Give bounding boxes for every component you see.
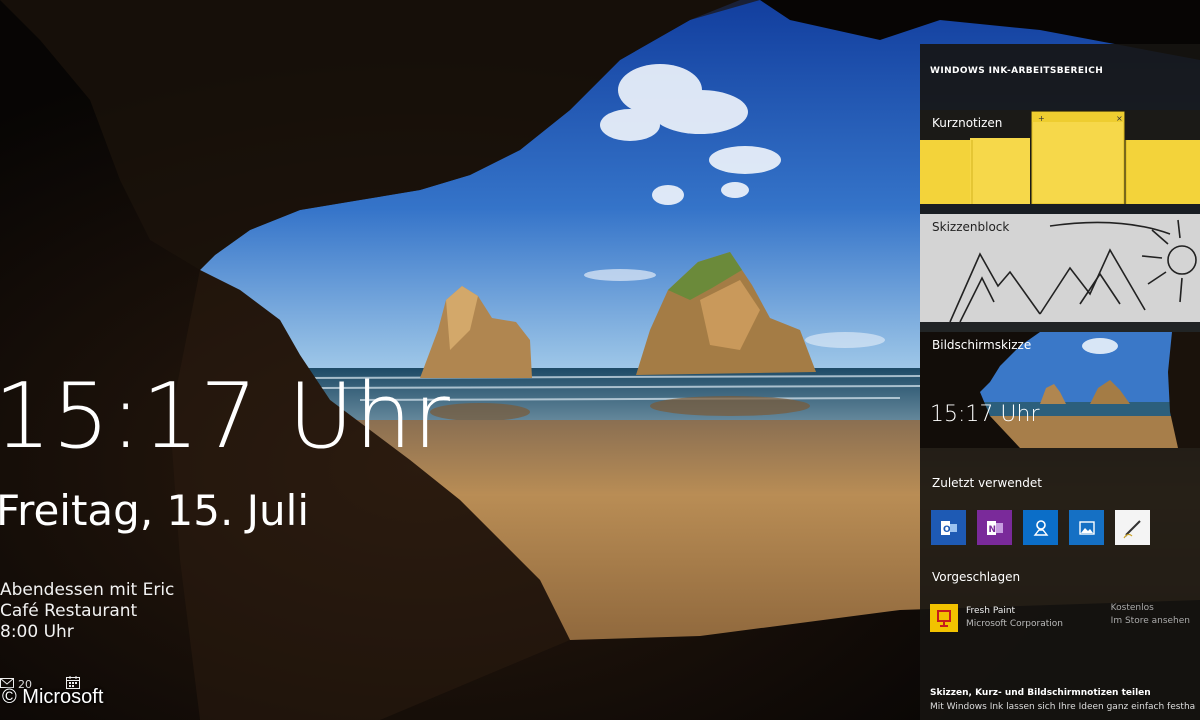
recent-apps-row: O N xyxy=(931,510,1150,545)
suggested-app-store-link[interactable]: Im Store ansehen xyxy=(1111,615,1190,628)
ink-workspace-panel: WINDOWS INK-ARBEITSBEREICH Kurznotizen +… xyxy=(920,44,1200,720)
sketch-app-icon[interactable] xyxy=(1115,510,1150,545)
suggested-app-publisher: Microsoft Corporation xyxy=(966,619,1063,629)
ink-workspace-title: WINDOWS INK-ARBEITSBEREICH xyxy=(930,66,1104,76)
lock-screen-clock: 15:17 Uhr xyxy=(0,364,451,469)
screen-sketch-tile[interactable]: Bildschirmskizze 15:17 Uhr xyxy=(920,332,1200,448)
suggested-heading: Vorgeschlagen xyxy=(932,570,1021,584)
appointment-location: Café Restaurant xyxy=(0,601,138,621)
suggested-app-price: Kostenlos xyxy=(1110,603,1154,613)
svg-text:O: O xyxy=(943,525,951,535)
suggested-app-name: Fresh Paint xyxy=(966,606,1016,616)
screen-sketch-clock: 15:17 Uhr xyxy=(930,402,1040,427)
appointment-title: Abendessen mit Eric xyxy=(0,580,175,600)
ink-tip-title: Skizzen, Kurz- und Bildschirmnotizen tei… xyxy=(930,688,1151,698)
appointment-time: 8:00 Uhr xyxy=(0,622,74,642)
calendar-appointment: Abendessen mit Eric Café Restaurant 8:00… xyxy=(0,580,174,643)
sketchpad-tile[interactable]: Skizzenblock xyxy=(920,214,1200,322)
maps-app-icon[interactable] xyxy=(1023,510,1058,545)
outlook-app-icon[interactable]: O xyxy=(931,510,966,545)
svg-text:+: + xyxy=(1038,114,1045,123)
screen-sketch-label: Bildschirmskizze xyxy=(932,338,1032,352)
onenote-app-icon[interactable]: N xyxy=(977,510,1012,545)
svg-text:×: × xyxy=(1116,114,1123,123)
sticky-notes-tile[interactable]: Kurznotizen + × xyxy=(920,110,1200,204)
suggested-app-item[interactable]: Fresh Paint Microsoft Corporation Kosten… xyxy=(930,600,1190,636)
recent-heading: Zuletzt verwendet xyxy=(932,476,1042,490)
sketchpad-label: Skizzenblock xyxy=(932,220,1010,234)
lock-screen-date: Freitag, 15. Juli xyxy=(0,486,310,535)
ink-tip[interactable]: Skizzen, Kurz- und Bildschirmnotizen tei… xyxy=(930,686,1196,714)
fresh-paint-icon xyxy=(930,604,958,632)
sticky-notes-label: Kurznotizen xyxy=(932,116,1003,130)
svg-text:N: N xyxy=(988,525,996,535)
copyright-watermark: © Microsoft xyxy=(2,686,104,708)
photos-app-icon[interactable] xyxy=(1069,510,1104,545)
ink-tip-text: Mit Windows Ink lassen sich Ihre Ideen g… xyxy=(930,702,1196,712)
